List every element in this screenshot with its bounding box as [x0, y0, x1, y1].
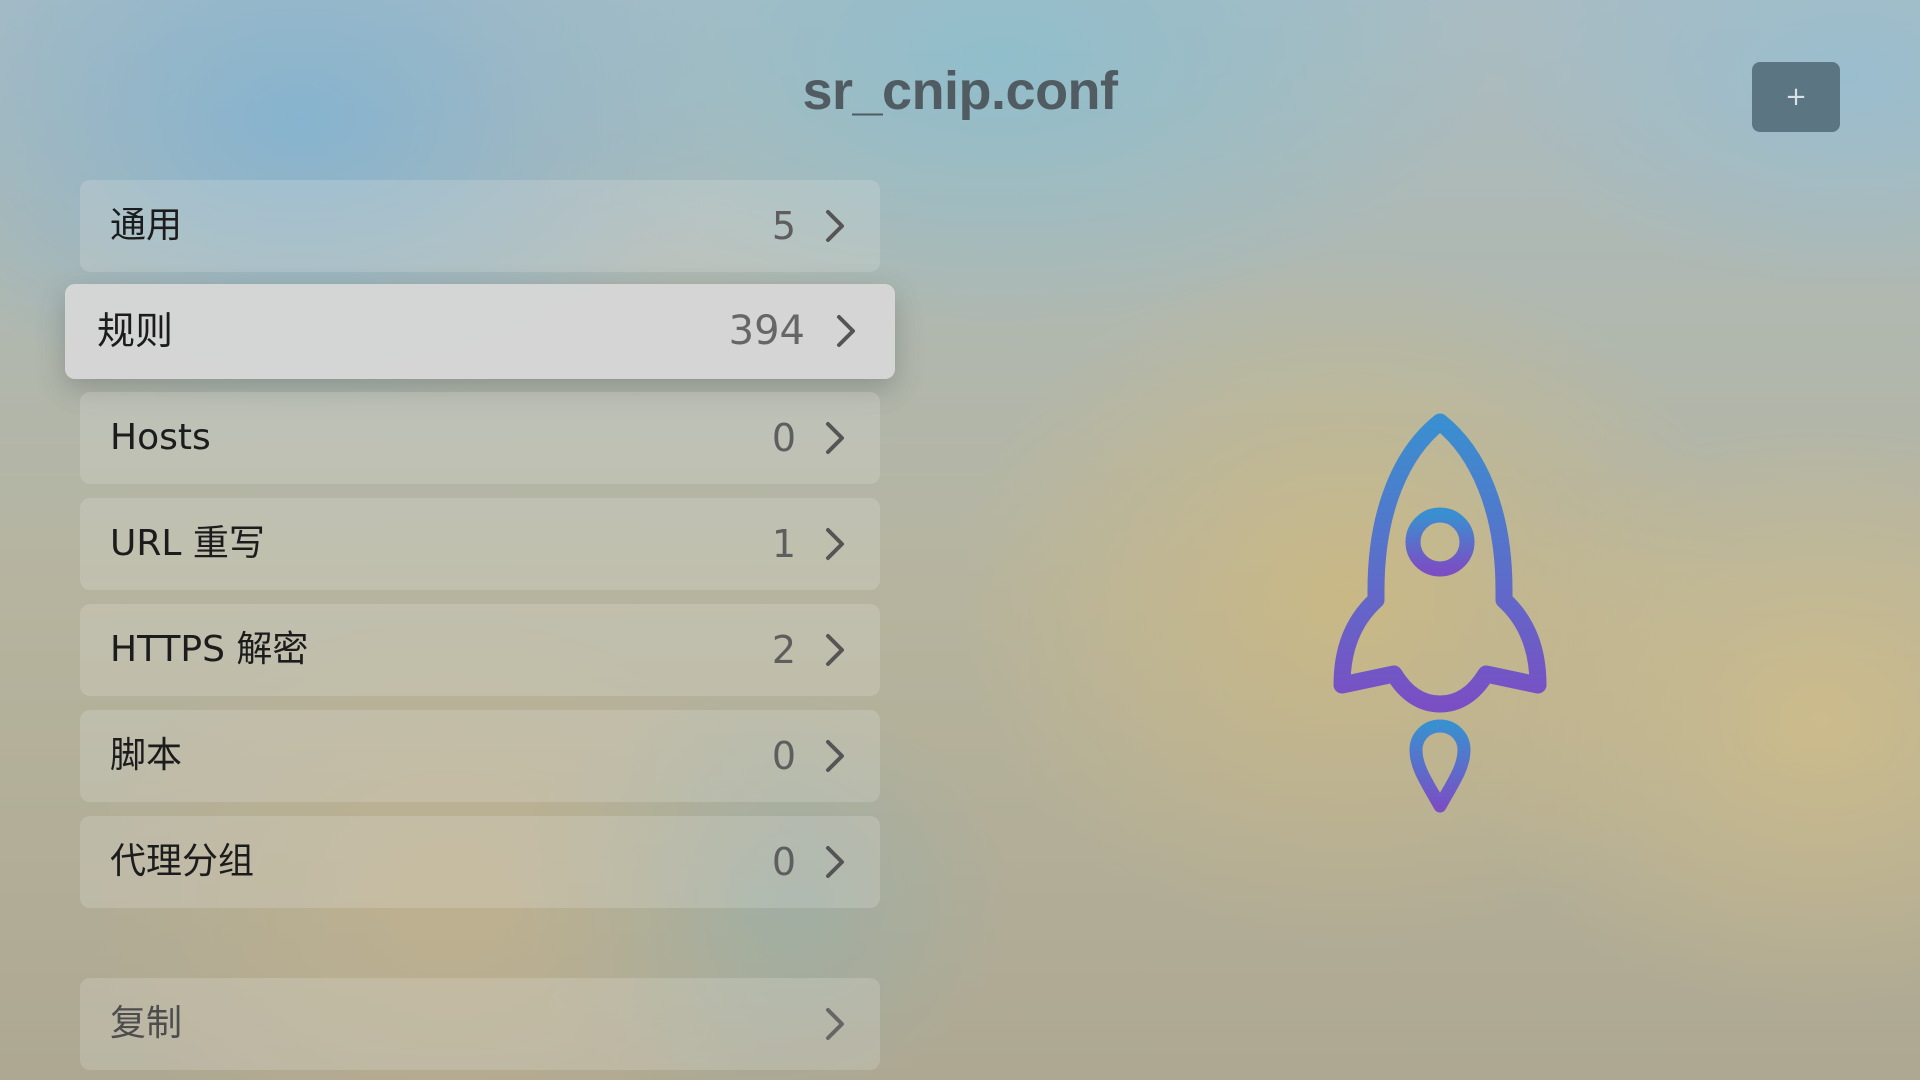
menu-item-general[interactable]: 通用 5 — [80, 180, 880, 272]
menu-item-label: 复制 — [110, 1003, 183, 1044]
chevron-right-icon — [826, 1008, 844, 1040]
menu-item-proxy-groups[interactable]: 代理分组 0 — [80, 816, 880, 908]
menu-item-label: 规则 — [97, 309, 174, 353]
add-button[interactable]: + — [1752, 62, 1840, 132]
menu-item-url-rewrite[interactable]: URL 重写 1 — [80, 498, 880, 590]
chevron-right-icon — [826, 210, 844, 242]
menu-item-count: 0 — [771, 734, 796, 778]
menu-item-copy[interactable]: 复制 — [80, 978, 880, 1070]
menu-item-label: Hosts — [110, 417, 211, 458]
menu-item-scripts[interactable]: 脚本 0 — [80, 710, 880, 802]
chevron-right-icon — [826, 740, 844, 772]
menu-item-count: 1 — [771, 522, 796, 566]
menu-item-label: HTTPS 解密 — [110, 629, 309, 670]
page-title: sr_cnip.conf — [802, 61, 1118, 121]
menu-item-label: 通用 — [110, 205, 183, 246]
menu-item-count: 2 — [771, 628, 796, 672]
menu-item-count: 0 — [771, 416, 796, 460]
menu-item-rules[interactable]: 规则 394 — [65, 284, 895, 379]
menu-item-label: 代理分组 — [110, 841, 255, 882]
chevron-right-icon — [837, 315, 855, 347]
chevron-right-icon — [826, 422, 844, 454]
menu-item-count: 5 — [771, 204, 796, 248]
menu-item-label: 脚本 — [110, 735, 183, 776]
chevron-right-icon — [826, 634, 844, 666]
menu-item-hosts[interactable]: Hosts 0 — [80, 392, 880, 484]
menu-item-label: URL 重写 — [110, 523, 265, 564]
menu-item-count: 394 — [728, 308, 805, 354]
rocket-icon — [1333, 413, 1547, 813]
menu-item-https-decryption[interactable]: HTTPS 解密 2 — [80, 604, 880, 696]
chevron-right-icon — [826, 528, 844, 560]
menu-item-count: 0 — [771, 840, 796, 884]
chevron-right-icon — [826, 846, 844, 878]
